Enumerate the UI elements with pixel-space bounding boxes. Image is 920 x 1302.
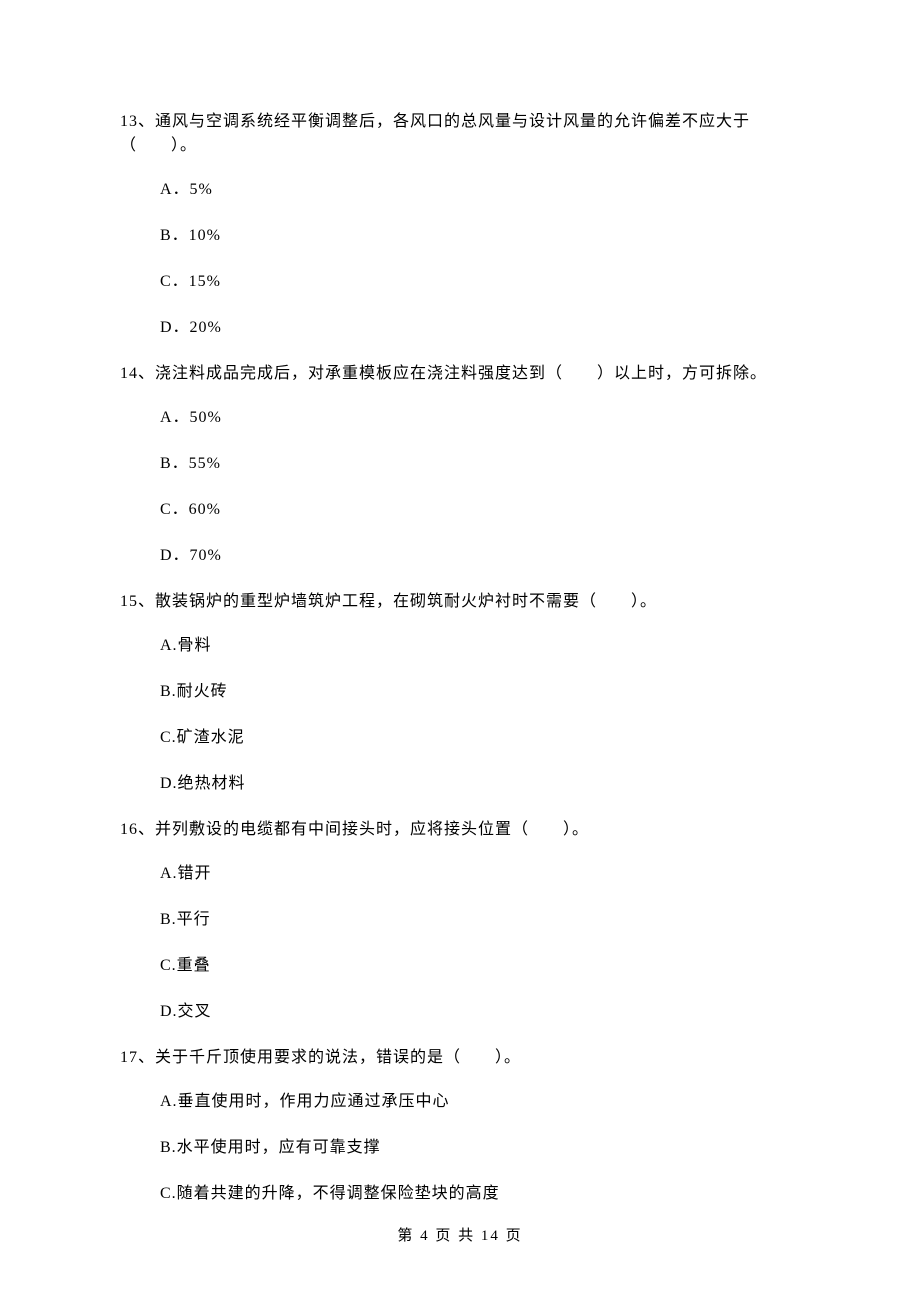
question-number: 15、 xyxy=(120,593,155,610)
option-c: C．15% xyxy=(160,270,800,294)
option-c: C．60% xyxy=(160,498,800,522)
question-15: 15、散装锅炉的重型炉墙筑炉工程，在砌筑耐火炉衬时不需要（ ）。 A.骨料 B.… xyxy=(120,590,800,796)
options-list: A.错开 B.平行 C.重叠 D.交叉 xyxy=(120,862,800,1024)
option-c: C.随着共建的升降，不得调整保险垫块的高度 xyxy=(160,1182,800,1206)
option-d: D．20% xyxy=(160,316,800,340)
option-b: B．55% xyxy=(160,452,800,476)
option-c: C.矿渣水泥 xyxy=(160,726,800,750)
options-list: A．5% B．10% C．15% D．20% xyxy=(120,178,800,340)
question-body: 关于千斤顶使用要求的说法，错误的是（ ）。 xyxy=(155,1049,521,1066)
options-list: A.垂直使用时，作用力应通过承压中心 B.水平使用时，应有可靠支撑 C.随着共建… xyxy=(120,1090,800,1206)
question-number: 17、 xyxy=(120,1049,155,1066)
question-text: 16、并列敷设的电缆都有中间接头时，应将接头位置（ ）。 xyxy=(120,818,800,842)
question-14: 14、浇注料成品完成后，对承重模板应在浇注料强度达到（ ）以上时，方可拆除。 A… xyxy=(120,362,800,568)
option-a: A．5% xyxy=(160,178,800,202)
question-body: 通风与空调系统经平衡调整后，各风口的总风量与设计风量的允许偏差不应大于（ ）。 xyxy=(120,113,750,154)
question-number: 13、 xyxy=(120,113,155,130)
options-list: A.骨料 B.耐火砖 C.矿渣水泥 D.绝热材料 xyxy=(120,634,800,796)
option-b: B.水平使用时，应有可靠支撑 xyxy=(160,1136,800,1160)
option-a: A.骨料 xyxy=(160,634,800,658)
question-16: 16、并列敷设的电缆都有中间接头时，应将接头位置（ ）。 A.错开 B.平行 C… xyxy=(120,818,800,1024)
option-d: D．70% xyxy=(160,544,800,568)
option-a: A．50% xyxy=(160,406,800,430)
question-body: 浇注料成品完成后，对承重模板应在浇注料强度达到（ ）以上时，方可拆除。 xyxy=(155,365,767,382)
question-17: 17、关于千斤顶使用要求的说法，错误的是（ ）。 A.垂直使用时，作用力应通过承… xyxy=(120,1046,800,1206)
question-text: 13、通风与空调系统经平衡调整后，各风口的总风量与设计风量的允许偏差不应大于（ … xyxy=(120,110,800,158)
option-b: B.耐火砖 xyxy=(160,680,800,704)
question-text: 17、关于千斤顶使用要求的说法，错误的是（ ）。 xyxy=(120,1046,800,1070)
question-number: 16、 xyxy=(120,821,155,838)
option-c: C.重叠 xyxy=(160,954,800,978)
question-text: 15、散装锅炉的重型炉墙筑炉工程，在砌筑耐火炉衬时不需要（ ）。 xyxy=(120,590,800,614)
question-number: 14、 xyxy=(120,365,155,382)
question-body: 散装锅炉的重型炉墙筑炉工程，在砌筑耐火炉衬时不需要（ ）。 xyxy=(155,593,657,610)
option-d: D.绝热材料 xyxy=(160,772,800,796)
option-b: B．10% xyxy=(160,224,800,248)
option-d: D.交叉 xyxy=(160,1000,800,1024)
page-footer: 第 4 页 共 14 页 xyxy=(0,1225,920,1248)
option-a: A.垂直使用时，作用力应通过承压中心 xyxy=(160,1090,800,1114)
page-content: 13、通风与空调系统经平衡调整后，各风口的总风量与设计风量的允许偏差不应大于（ … xyxy=(0,0,920,1206)
option-b: B.平行 xyxy=(160,908,800,932)
option-a: A.错开 xyxy=(160,862,800,886)
question-text: 14、浇注料成品完成后，对承重模板应在浇注料强度达到（ ）以上时，方可拆除。 xyxy=(120,362,800,386)
question-body: 并列敷设的电缆都有中间接头时，应将接头位置（ ）。 xyxy=(155,821,589,838)
question-13: 13、通风与空调系统经平衡调整后，各风口的总风量与设计风量的允许偏差不应大于（ … xyxy=(120,110,800,340)
options-list: A．50% B．55% C．60% D．70% xyxy=(120,406,800,568)
